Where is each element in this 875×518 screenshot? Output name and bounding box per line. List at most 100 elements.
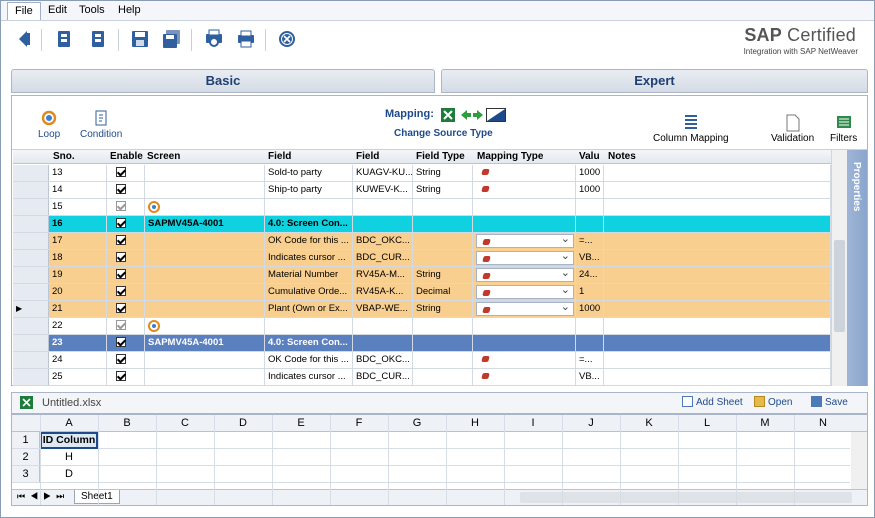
table-row[interactable]: 24 OK Code for this ... BDC_OKC... =... (13, 352, 831, 369)
enable-checkbox[interactable] (116, 269, 126, 279)
print-icon[interactable] (235, 28, 257, 50)
col-notes[interactable]: Notes (608, 151, 636, 162)
cell-sno[interactable]: 20 (49, 284, 107, 300)
loop-button[interactable]: Loop (38, 110, 60, 140)
cell-desc[interactable]: OK Code for this ... (265, 233, 353, 249)
cell-desc[interactable]: Sold-to party (265, 165, 353, 181)
enable-checkbox[interactable] (116, 235, 126, 245)
cell-desc[interactable] (265, 318, 353, 334)
cell-sno[interactable]: 14 (49, 182, 107, 198)
table-row[interactable]: 13 Sold-to party KUAGV-KU... String 1000 (13, 165, 831, 182)
enable-checkbox[interactable] (116, 201, 126, 211)
menu-file[interactable]: File (7, 2, 41, 20)
cell-value[interactable]: 24... (576, 267, 604, 283)
column-header[interactable]: F (330, 417, 388, 429)
column-header[interactable]: D (214, 417, 272, 429)
cell-name[interactable]: RV45A-K... (353, 284, 413, 300)
cell-sno[interactable]: 21 (49, 301, 107, 317)
table-row[interactable]: 15 (13, 199, 831, 216)
cell-map[interactable] (473, 352, 576, 368)
cell-value[interactable]: 1000 (576, 165, 604, 181)
cell-type[interactable] (413, 250, 473, 266)
cell-notes[interactable] (604, 233, 831, 249)
cell-enable[interactable] (107, 199, 145, 215)
cell-enable[interactable] (107, 182, 145, 198)
cell-type[interactable]: String (413, 267, 473, 283)
cell-notes[interactable] (604, 369, 831, 385)
cell-type[interactable] (413, 216, 473, 232)
col-field-type[interactable]: Field Type (416, 151, 465, 162)
cell-map[interactable] (473, 318, 576, 334)
cell-notes[interactable] (604, 250, 831, 266)
sap-screen-icon[interactable] (486, 108, 506, 125)
cell-value[interactable] (576, 318, 604, 334)
add-sheet-button[interactable]: Add Sheet (682, 396, 743, 408)
cell-type[interactable] (413, 199, 473, 215)
cell-sno[interactable]: 24 (49, 352, 107, 368)
col-sno[interactable]: Sno. (53, 151, 75, 162)
column-header[interactable]: I (504, 417, 562, 429)
cell-sno[interactable]: 19 (49, 267, 107, 283)
cell-desc[interactable]: Material Number (265, 267, 353, 283)
cell-name[interactable] (353, 199, 413, 215)
cell-map[interactable] (473, 335, 576, 351)
column-header[interactable]: C (156, 417, 214, 429)
save-all-icon[interactable] (161, 28, 183, 50)
cell-sno[interactable]: 16 (49, 216, 107, 232)
row-header[interactable] (13, 369, 49, 385)
spreadsheet[interactable]: ABCDEFGHIJKLMN 1 ID Column 2 H 3 D ⏮◀▶⏭ Sheet… (11, 414, 868, 506)
row-number[interactable]: 1 (12, 432, 40, 448)
print-preview-icon[interactable] (203, 28, 225, 50)
cell-screen[interactable] (145, 250, 265, 266)
cell-desc[interactable]: Cumulative Orde... (265, 284, 353, 300)
row-header[interactable]: ▶ (13, 301, 49, 317)
row-header[interactable] (13, 318, 49, 334)
row-number[interactable]: 3 (12, 466, 40, 482)
cell-type[interactable] (413, 318, 473, 334)
mapping-type-dropdown[interactable] (476, 250, 574, 265)
enable-checkbox[interactable] (116, 184, 126, 194)
enable-checkbox[interactable] (116, 337, 126, 347)
cell-sno[interactable]: 25 (49, 369, 107, 385)
cell-type[interactable]: String (413, 165, 473, 181)
cell-enable[interactable] (107, 284, 145, 300)
cell-value[interactable] (576, 335, 604, 351)
loop-icon[interactable] (148, 201, 160, 213)
row-header[interactable] (13, 199, 49, 215)
scrollbar-thumb[interactable] (834, 240, 845, 332)
cell-enable[interactable] (107, 335, 145, 351)
column-header[interactable]: L (678, 417, 736, 429)
cell-value[interactable]: VB... (576, 369, 604, 385)
condition-button[interactable]: Condition (80, 110, 122, 140)
table-row[interactable]: 18 Indicates cursor ...BDC_CUR... VB... (13, 250, 831, 267)
cell-value[interactable]: =... (576, 233, 604, 249)
cell-name[interactable]: KUAGV-KU... (353, 165, 413, 181)
cell-value[interactable] (576, 216, 604, 232)
cell-type[interactable] (413, 233, 473, 249)
cell-type[interactable] (413, 352, 473, 368)
grid-vertical-scrollbar[interactable] (831, 150, 847, 386)
cell-enable[interactable] (107, 369, 145, 385)
cell-desc[interactable]: Indicates cursor ... (265, 250, 353, 266)
table-row[interactable]: 16 SAPMV45A-4001 4.0: Screen Con... (13, 216, 831, 233)
validation-button[interactable]: Validation (771, 114, 814, 144)
row-number[interactable]: 2 (12, 449, 40, 465)
col-value[interactable]: Valu (579, 151, 600, 162)
tab-expert[interactable]: Expert (441, 69, 868, 93)
save-icon[interactable] (129, 28, 151, 50)
row-header[interactable] (13, 352, 49, 368)
back-icon[interactable] (13, 28, 35, 50)
cell-desc[interactable]: 4.0: Screen Con... (265, 216, 353, 232)
cell-notes[interactable] (604, 216, 831, 232)
cell-screen[interactable] (145, 352, 265, 368)
column-header[interactable]: K (620, 417, 678, 429)
cell-desc[interactable]: Indicates cursor ... (265, 369, 353, 385)
cell-value[interactable]: 1000 (576, 301, 604, 317)
enable-checkbox[interactable] (116, 167, 126, 177)
cell-sno[interactable]: 23 (49, 335, 107, 351)
row-header[interactable] (13, 165, 49, 181)
last-record-icon[interactable] (87, 28, 109, 50)
cell-name[interactable] (353, 335, 413, 351)
cell-type[interactable] (413, 369, 473, 385)
enable-checkbox[interactable] (116, 303, 126, 313)
